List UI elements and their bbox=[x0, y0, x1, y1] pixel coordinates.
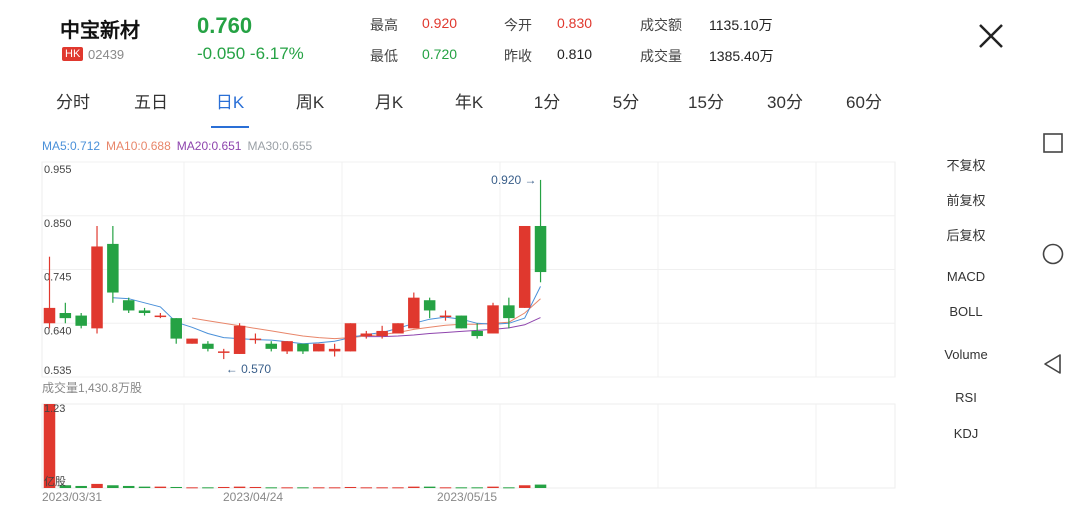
volume-bar bbox=[138, 486, 151, 488]
date-tick-label: 2023/03/31 bbox=[42, 490, 102, 504]
candle-body bbox=[423, 300, 436, 311]
volume-bar bbox=[408, 486, 420, 488]
candle-body bbox=[439, 315, 452, 318]
candle-body bbox=[233, 325, 246, 354]
candle-body bbox=[154, 315, 167, 318]
volume-bar bbox=[360, 487, 373, 489]
side-kdj[interactable]: KDJ bbox=[936, 426, 996, 441]
volume-bar bbox=[75, 485, 87, 488]
candle-body bbox=[91, 246, 103, 329]
candle-body bbox=[202, 343, 214, 349]
candle-body bbox=[534, 225, 547, 273]
candle-body bbox=[170, 318, 182, 339]
volume-max-label: 1.23 bbox=[44, 403, 65, 415]
candle-body bbox=[43, 307, 56, 324]
volume-panel-frame bbox=[41, 403, 896, 489]
candle-body bbox=[503, 305, 515, 319]
home-icon[interactable] bbox=[1040, 241, 1066, 267]
volume-bar bbox=[534, 484, 547, 488]
volume-bar bbox=[217, 486, 230, 488]
candle-body bbox=[455, 315, 468, 329]
candle-body bbox=[265, 343, 278, 349]
volume-bar bbox=[487, 486, 499, 488]
volume-bar bbox=[91, 483, 103, 488]
candle-body bbox=[376, 330, 388, 337]
candle-body bbox=[59, 313, 72, 319]
side-macd[interactable]: MACD bbox=[936, 269, 996, 284]
candle-body bbox=[107, 243, 119, 293]
price-tick-label: 0.535 bbox=[44, 365, 72, 377]
candle-body bbox=[75, 315, 87, 326]
volume-bar bbox=[344, 486, 357, 488]
volume-unit-label: 亿股 bbox=[44, 475, 66, 488]
volume-bar bbox=[392, 487, 404, 489]
candle-body bbox=[138, 310, 151, 314]
volume-bar bbox=[423, 486, 436, 488]
price-tick-label: 0.850 bbox=[44, 218, 72, 230]
volume-label: 成交量1,430.8万股 bbox=[42, 380, 142, 395]
price-tick-label: 0.745 bbox=[44, 272, 72, 284]
side-boll[interactable]: BOLL bbox=[936, 304, 996, 319]
candle-body bbox=[360, 333, 373, 337]
candle-body bbox=[518, 225, 531, 308]
candle-body bbox=[471, 330, 483, 337]
volume-bar bbox=[107, 485, 119, 488]
volume-bar bbox=[154, 486, 167, 488]
date-tick-label: 2023/05/15 bbox=[437, 490, 497, 504]
candle-body bbox=[217, 351, 230, 353]
volume-bar bbox=[439, 487, 452, 489]
candle-body bbox=[328, 348, 341, 352]
side-rsi[interactable]: RSI bbox=[936, 390, 996, 405]
volume-bar bbox=[233, 486, 246, 488]
volume-bar bbox=[503, 487, 515, 489]
candle-body bbox=[249, 338, 262, 341]
candle-body bbox=[281, 341, 293, 352]
kline-chart[interactable]: 0.955 0.850 0.745 0.640 0.535 0.920 → ← 0.570 成… bbox=[0, 0, 1080, 508]
side-unadjusted[interactable]: 不复权 bbox=[936, 155, 996, 174]
date-tick-label: 2023/04/24 bbox=[223, 490, 283, 504]
volume-bar bbox=[376, 487, 388, 489]
volume-bar bbox=[518, 485, 531, 488]
volume-bar bbox=[455, 487, 468, 489]
volume-bar bbox=[328, 487, 341, 489]
volume-bar bbox=[202, 487, 214, 489]
candle-body bbox=[392, 323, 404, 334]
volume-bar bbox=[249, 486, 262, 488]
high-annotation: 0.920 → bbox=[491, 173, 536, 187]
candle-body bbox=[122, 300, 135, 311]
price-tick-label: 0.955 bbox=[44, 164, 72, 176]
candle-body bbox=[408, 297, 420, 329]
back-icon[interactable] bbox=[1040, 351, 1066, 377]
volume-bar bbox=[297, 487, 309, 489]
volume-bar bbox=[313, 487, 325, 489]
low-annotation: ← 0.570 bbox=[226, 362, 272, 376]
volume-bar bbox=[122, 485, 135, 488]
candle-body bbox=[297, 343, 309, 352]
side-backward-adjusted[interactable]: 后复权 bbox=[936, 225, 996, 244]
side-forward-adjusted[interactable]: 前复权 bbox=[936, 190, 996, 209]
candle-body bbox=[186, 338, 198, 344]
candle-body bbox=[313, 343, 325, 352]
recent-apps-icon[interactable] bbox=[1040, 130, 1066, 156]
candle-body bbox=[487, 305, 499, 334]
side-volume[interactable]: Volume bbox=[936, 347, 996, 362]
volume-bar bbox=[170, 486, 182, 488]
volume-bar bbox=[281, 487, 293, 489]
candle-body bbox=[344, 323, 357, 352]
volume-bar bbox=[471, 487, 483, 489]
volume-bar bbox=[265, 487, 278, 489]
volume-bar bbox=[186, 487, 198, 489]
price-tick-label: 0.640 bbox=[44, 325, 72, 337]
